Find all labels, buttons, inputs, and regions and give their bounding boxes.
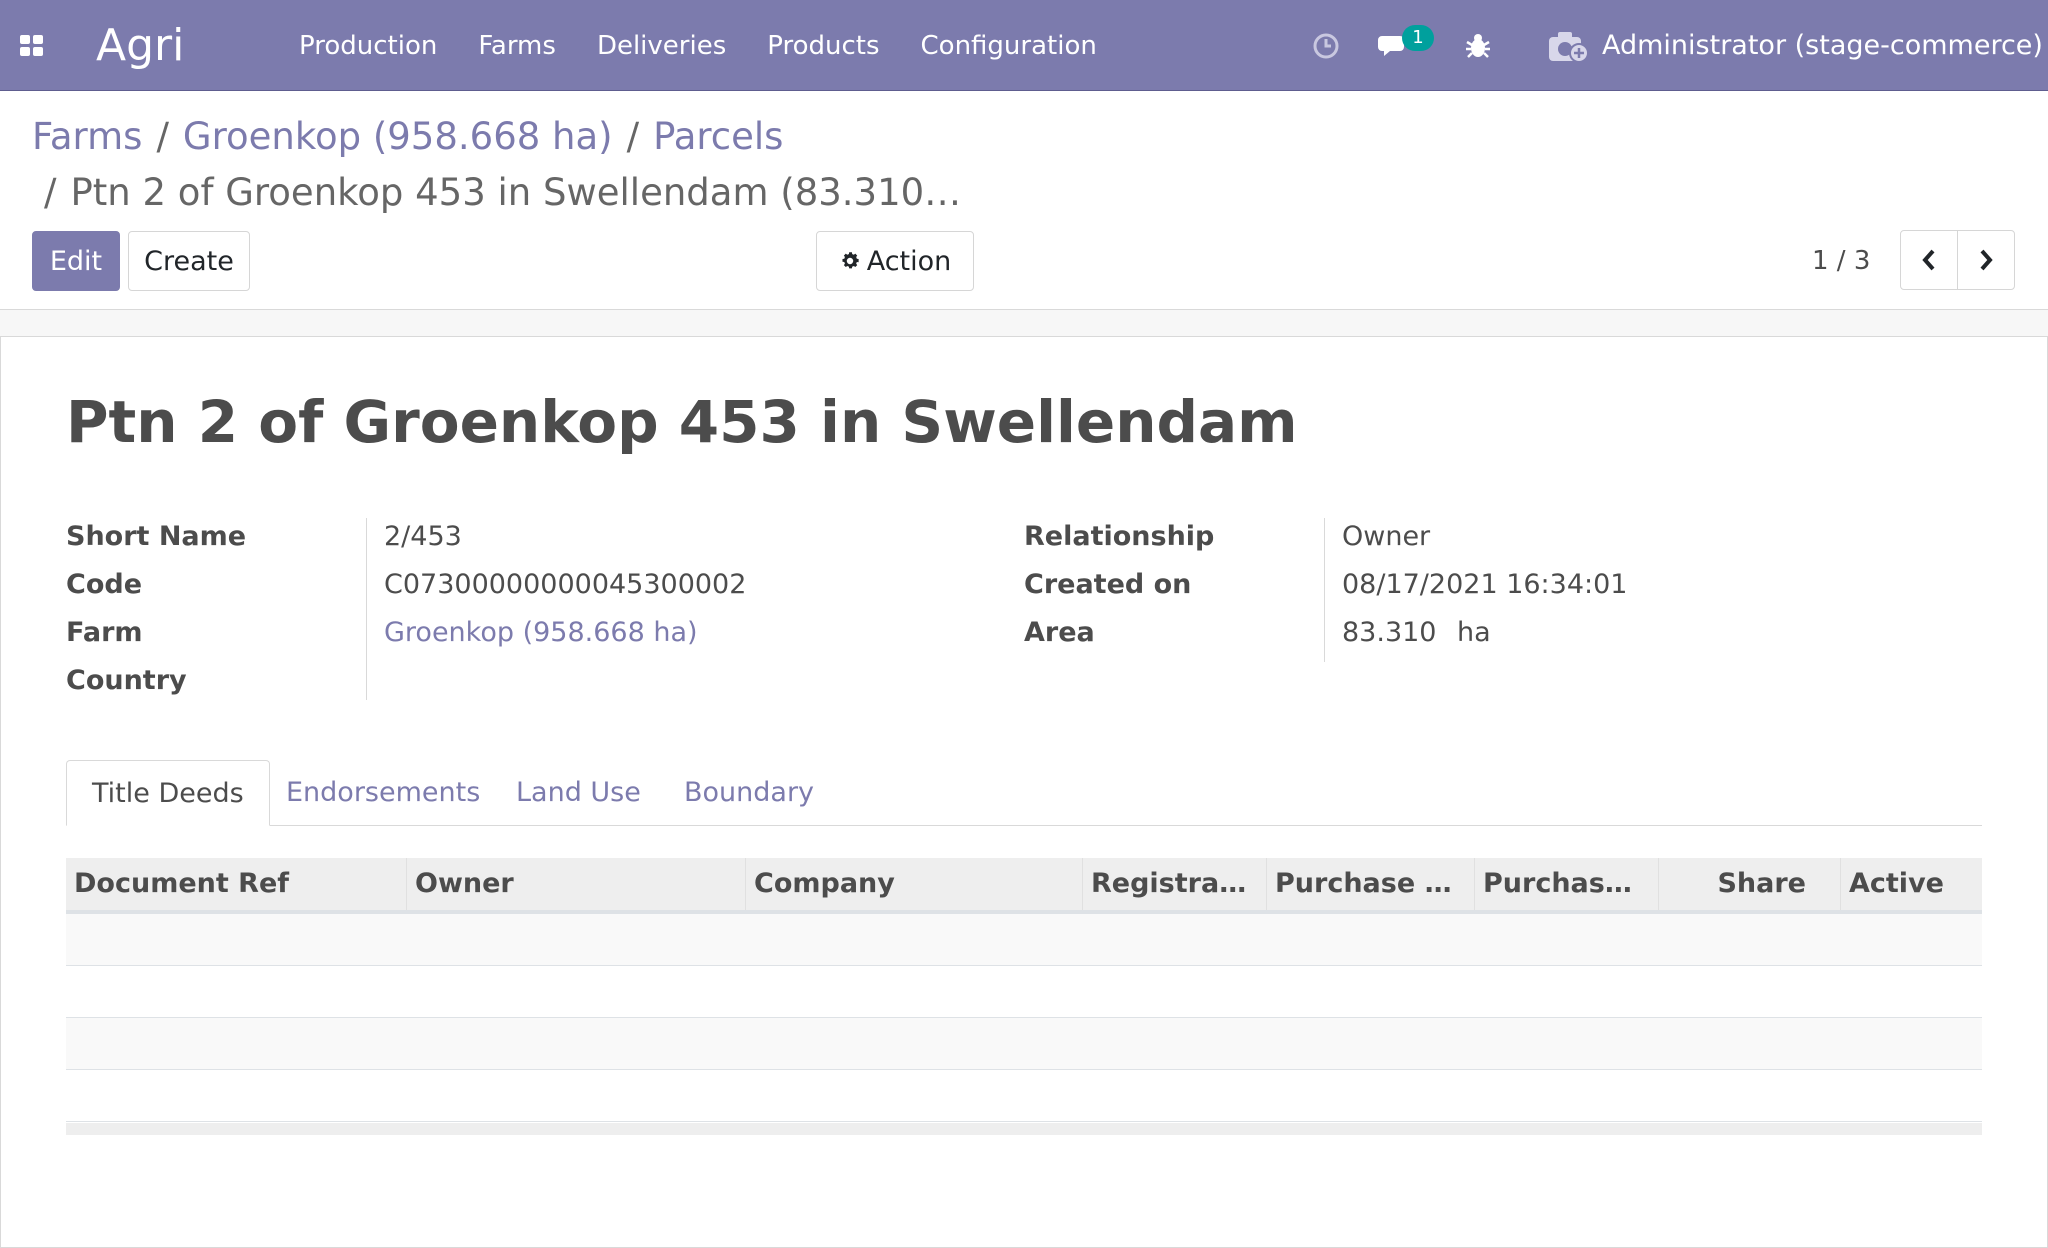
field-divider [1324,518,1325,662]
main-menu: Production Farms Deliveries Products Con… [299,26,1138,66]
breadcrumb: Farms / Groenkop (958.668 ha) / Parcels [32,113,783,159]
breadcrumb-separator: / [44,170,57,214]
edit-button[interactable]: Edit [32,231,120,291]
menu-products[interactable]: Products [767,31,879,61]
table-row [66,1070,1982,1122]
column-purchase-date[interactable]: Purchase … [1474,858,1658,910]
title-deeds-table-header: Document Ref Owner Company Registrati… P… [66,858,1982,914]
menu-configuration[interactable]: Configuration [921,31,1097,61]
tab-land-use[interactable]: Land Use [491,760,666,826]
code-label: Code [66,569,143,600]
tab-title-deeds[interactable]: Title Deeds [66,760,270,826]
app-brand[interactable]: Agri [96,18,184,74]
created-on-value: 08/17/2021 16:34:01 [1342,569,1628,600]
area-unit: ha [1457,617,1491,648]
record-title: Ptn 2 of Groenkop 453 in Swellendam [66,388,1298,456]
control-panel: Farms / Groenkop (958.668 ha) / Parcels … [0,91,2048,310]
user-avatar-icon[interactable] [1546,26,1590,66]
menu-deliveries[interactable]: Deliveries [597,31,726,61]
action-button-label: Action [866,245,952,277]
farm-label: Farm [66,617,143,648]
column-registration[interactable]: Registrati… [1082,858,1266,910]
user-menu[interactable]: Administrator (stage-commerce) [1602,26,2043,66]
menu-farms[interactable]: Farms [478,31,556,61]
column-purchase-price[interactable]: Purchase Pr… [1266,858,1474,910]
pager-previous-button[interactable] [1900,230,1958,290]
area-value: 83.310 [1342,617,1437,648]
short-name-value: 2/453 [384,521,462,552]
debug-bug-icon[interactable] [1462,26,1494,66]
chevron-left-icon [1922,249,1935,271]
country-label: Country [66,665,187,696]
column-owner[interactable]: Owner [406,858,745,910]
column-active[interactable]: Active [1840,858,1982,910]
field-divider [366,518,367,700]
code-value: C07300000000045300002 [384,569,747,600]
table-row [66,914,1982,966]
activity-clock-icon[interactable] [1310,26,1342,66]
gear-icon [842,252,859,269]
pager-value[interactable]: 1 / 3 [1812,241,1870,281]
table-row [66,1018,1982,1070]
pager-next-button[interactable] [1957,230,2015,290]
create-button[interactable]: Create [128,231,250,291]
tab-endorsements[interactable]: Endorsements [261,760,505,826]
relationship-label: Relationship [1024,521,1215,552]
messages-count-badge: 1 [1402,25,1434,51]
relationship-value: Owner [1342,521,1431,552]
chevron-right-icon [1980,249,1993,271]
breadcrumb-separator: / [626,114,640,158]
top-navbar: Agri Production Farms Deliveries Product… [0,0,2048,91]
menu-production[interactable]: Production [299,31,437,61]
breadcrumb-farms[interactable]: Farms [32,115,142,158]
apps-grid-icon[interactable] [20,35,44,57]
column-document-ref[interactable]: Document Ref [66,858,406,910]
created-on-label: Created on [1024,569,1192,600]
action-button[interactable]: Action [816,231,974,291]
breadcrumb-current: / Ptn 2 of Groenkop 453 in Swellendam (8… [44,169,961,215]
column-share[interactable]: Share [1658,858,1840,910]
table-footer [66,1123,1982,1135]
farm-link[interactable]: Groenkop (958.668 ha) [384,616,698,650]
short-name-label: Short Name [66,521,247,552]
breadcrumb-parcels[interactable]: Parcels [653,115,783,158]
breadcrumb-separator: / [156,114,169,158]
area-label: Area [1024,617,1095,648]
breadcrumb-farm-groenkop[interactable]: Groenkop (958.668 ha) [183,115,613,158]
breadcrumb-current-label: Ptn 2 of Groenkop 453 in Swellendam (83.… [70,170,962,214]
tab-boundary[interactable]: Boundary [659,760,839,826]
column-company[interactable]: Company [745,858,1082,910]
table-row [66,966,1982,1018]
